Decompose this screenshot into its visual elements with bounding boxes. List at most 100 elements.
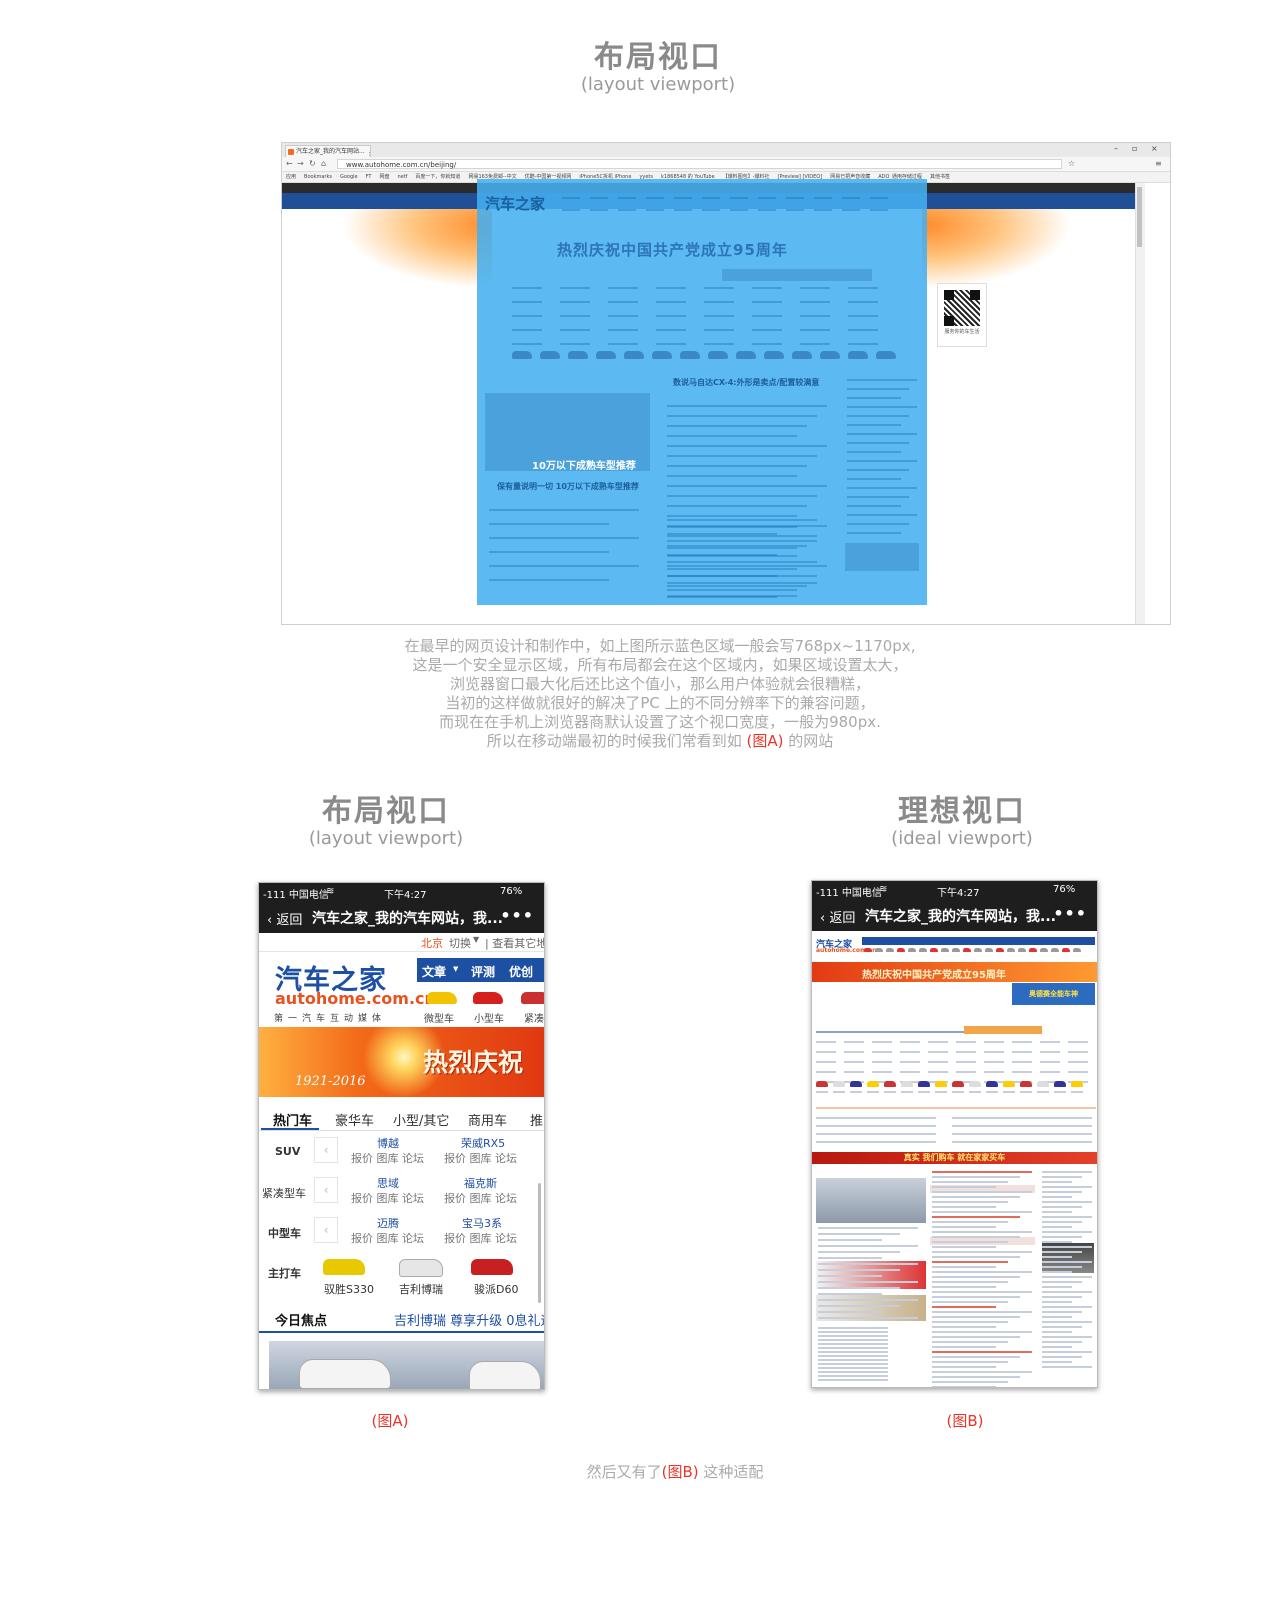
more-icon[interactable]: •••	[1053, 904, 1087, 923]
ad-banner[interactable]: 奥德赛全能车神	[1012, 983, 1095, 1005]
chevron-left-icon[interactable]: ‹	[314, 1217, 338, 1243]
car-link[interactable]: 迈腾	[377, 1215, 399, 1231]
text-line-placeholder	[704, 329, 734, 331]
close-tab-icon[interactable]: ×	[368, 148, 370, 157]
car-category-tabs: 热门车 豪华车 小型/其它 商用车 推	[259, 1104, 544, 1131]
fireworks-right	[922, 209, 1072, 289]
back-button[interactable]: ‹ 返回	[267, 909, 302, 928]
right-ad	[845, 543, 919, 571]
car-type-label[interactable]: 小型车	[474, 1010, 504, 1025]
bookmark-item[interactable]: 应用	[286, 174, 296, 180]
chevron-left-icon: ‹	[267, 913, 273, 928]
text-line-placeholder	[560, 301, 590, 303]
car-sub-links[interactable]: 报价 图库 论坛	[444, 1190, 517, 1206]
car-sub-links[interactable]: 报价 图库 论坛	[351, 1190, 424, 1206]
maximize-icon[interactable]: ▫	[1132, 144, 1137, 153]
site-nav	[862, 937, 1095, 945]
browser-tab[interactable]: 汽车之家_我的汽车网站... ×	[285, 145, 371, 157]
bookmark-item[interactable]: 其他书签	[930, 174, 950, 180]
bookmark-item[interactable]: Google	[340, 174, 358, 180]
text-line-placeholder	[618, 209, 636, 211]
text-line-placeholder	[667, 405, 827, 407]
focus-image[interactable]	[269, 1341, 544, 1389]
text-line-placeholder	[752, 287, 782, 289]
bookmark-item[interactable]: Bookmarks	[304, 174, 332, 180]
text-line-placeholder	[900, 1061, 920, 1063]
text-line-placeholder	[818, 1311, 882, 1313]
text-line-placeholder	[1040, 1051, 1060, 1053]
car-sub-links[interactable]: 报价 图库 论坛	[444, 1150, 517, 1166]
car-type-label[interactable]: 紧凑	[524, 1010, 544, 1025]
home-icon[interactable]: ⌂	[321, 159, 326, 168]
car-link[interactable]: 福克斯	[464, 1175, 497, 1191]
more-icon[interactable]: •••	[500, 906, 534, 925]
page-scrollbar[interactable]	[1135, 183, 1145, 624]
text-line-placeholder	[932, 1186, 996, 1188]
car-icon-red[interactable]	[471, 1259, 513, 1275]
tab-luxury[interactable]: 豪华车	[335, 1110, 374, 1129]
text-line-placeholder	[932, 1266, 996, 1268]
tab-commercial[interactable]: 商用车	[468, 1110, 507, 1129]
text-line-placeholder	[667, 533, 777, 535]
window-close-icon[interactable]: ×	[1151, 144, 1158, 153]
chevron-left-icon[interactable]: ‹	[314, 1177, 338, 1203]
car-sub-links[interactable]: 报价 图库 论坛	[444, 1230, 517, 1246]
text-line-placeholder	[870, 197, 888, 199]
today-focus-bar: 今日焦点 吉利博瑞 尊享升级 0息礼遇	[259, 1303, 544, 1333]
car-link[interactable]: 荣威RX5	[461, 1135, 505, 1151]
text-line-placeholder	[560, 343, 590, 345]
text-line-placeholder	[818, 1375, 888, 1377]
car-icon	[816, 1081, 828, 1087]
city-name[interactable]: 北京	[421, 935, 443, 951]
tab-recommend[interactable]: 推	[530, 1110, 543, 1129]
nav-item-articles[interactable]: 文章	[422, 963, 446, 980]
car-sub-links[interactable]: 报价 图库 论坛	[351, 1230, 424, 1246]
text-line-placeholder	[512, 301, 542, 303]
text-line-placeholder	[928, 1061, 948, 1063]
car-icon-yellow[interactable]	[323, 1259, 365, 1275]
menu-icon[interactable]: ≡	[1155, 159, 1162, 168]
text-line-placeholder	[758, 209, 776, 211]
chevron-left-icon[interactable]: ‹	[314, 1137, 338, 1163]
today-focus-title[interactable]: 今日焦点	[275, 1310, 327, 1329]
text-line-placeholder	[667, 540, 817, 542]
car-type-label[interactable]: 微型车	[424, 1010, 454, 1025]
text-line-placeholder	[1040, 1041, 1060, 1043]
back-button[interactable]: ‹ 返回	[820, 907, 855, 926]
city-switch[interactable]: 切换	[449, 935, 471, 951]
tab-small[interactable]: 小型/其它	[393, 1110, 449, 1129]
nav-item-reviews[interactable]: 评测	[471, 963, 495, 980]
text-line-placeholder	[608, 287, 638, 289]
reload-icon[interactable]: ↻	[309, 159, 316, 168]
star-icon[interactable]: ☆	[1068, 159, 1075, 168]
text-line-placeholder	[816, 1031, 966, 1033]
promo-red-bar[interactable]: 真实 我们购车 就在家家买车	[812, 1152, 1097, 1164]
bookmark-item[interactable]: 百度一下，你就知道	[415, 174, 460, 180]
car-icon	[864, 948, 872, 952]
car-icon	[884, 1081, 896, 1087]
text-line-placeholder	[932, 1256, 1020, 1258]
car-name[interactable]: 驭胜S330	[324, 1281, 374, 1297]
car-link[interactable]: 宝马3系	[462, 1215, 502, 1231]
url-input[interactable]: www.autohome.com.cn/beijing/	[337, 159, 1062, 169]
car-name[interactable]: 骏派D60	[474, 1281, 518, 1297]
back-arrow-icon[interactable]: ←	[286, 159, 293, 168]
car-link[interactable]: 博越	[377, 1135, 399, 1151]
text-line-placeholder	[847, 415, 909, 417]
text-line-placeholder	[1042, 1341, 1082, 1343]
bookmark-item[interactable]: 网盘	[379, 174, 389, 180]
car-icon-white[interactable]	[399, 1259, 443, 1277]
minimize-icon[interactable]: –	[1114, 144, 1118, 153]
tab-hot[interactable]: 热门车	[273, 1110, 312, 1129]
car-link[interactable]: 思域	[377, 1175, 399, 1191]
bookmark-item[interactable]: FT	[366, 174, 372, 180]
car-name[interactable]: 吉利博瑞	[399, 1281, 443, 1297]
today-focus-links[interactable]: 吉利博瑞 尊享升级 0息礼遇	[394, 1310, 544, 1329]
bookmark-item[interactable]: netf	[397, 174, 407, 180]
forward-arrow-icon[interactable]: →	[297, 159, 304, 168]
celebration-banner[interactable]: 1921-2016 热烈庆祝	[259, 1027, 544, 1097]
nav-item-youchuang[interactable]: 优创	[509, 963, 533, 980]
car-sub-links[interactable]: 报价 图库 论坛	[351, 1150, 424, 1166]
page-scrollbar-thumb[interactable]	[1137, 187, 1142, 247]
other-cities[interactable]: | 查看其它地	[485, 935, 544, 951]
